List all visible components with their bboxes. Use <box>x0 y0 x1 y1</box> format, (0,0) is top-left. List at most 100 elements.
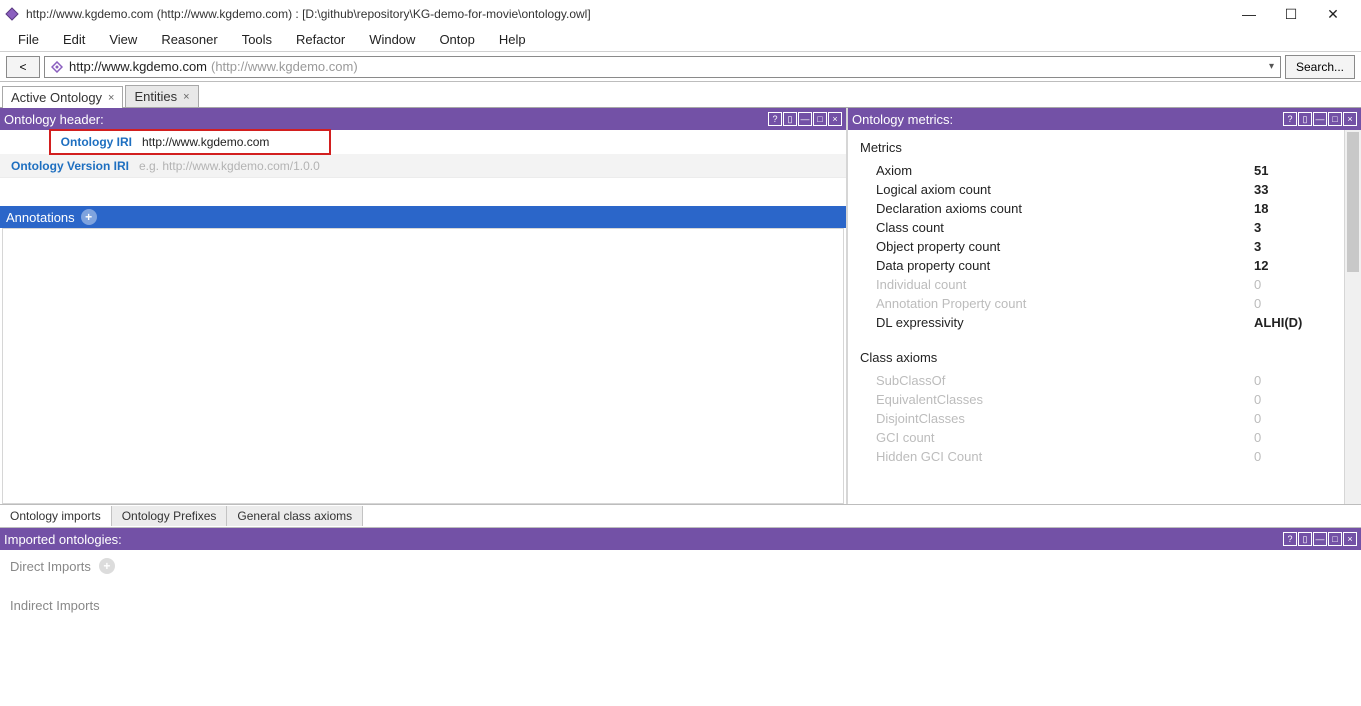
metric-key: Individual count <box>876 277 1254 292</box>
direct-imports-group: Direct Imports + <box>10 558 1351 574</box>
menu-tools[interactable]: Tools <box>232 30 282 49</box>
chevron-down-icon[interactable]: ▾ <box>1263 61 1280 72</box>
close-icon[interactable]: × <box>183 91 189 103</box>
metrics-row: Individual count0 <box>848 275 1344 294</box>
menu-ontop[interactable]: Ontop <box>429 30 484 49</box>
ontology-iri-field[interactable]: http://www.kgdemo.com <box>138 135 330 149</box>
panel-pin-icon[interactable]: ▯ <box>783 112 797 126</box>
panel-min-icon[interactable]: — <box>1313 532 1327 546</box>
add-direct-import-button[interactable]: + <box>99 558 115 574</box>
panel-close-icon[interactable]: × <box>1343 532 1357 546</box>
ontology-metrics-panel-title: Ontology metrics: ? ▯ — □ × <box>848 108 1361 130</box>
metric-key: Logical axiom count <box>876 182 1254 197</box>
metric-key: Annotation Property count <box>876 296 1254 311</box>
ontology-version-iri-label: Ontology Version IRI <box>0 159 135 173</box>
btab-ontology-prefixes[interactable]: Ontology Prefixes <box>112 506 228 526</box>
metrics-row: Data property count12 <box>848 256 1344 275</box>
panel-help-icon[interactable]: ? <box>768 112 782 126</box>
panel-min-icon[interactable]: — <box>1313 112 1327 126</box>
metric-value: 0 <box>1254 430 1344 445</box>
metric-key: DisjointClasses <box>876 411 1254 426</box>
metric-value: 33 <box>1254 182 1344 197</box>
panel-min-icon[interactable]: — <box>798 112 812 126</box>
title-bar: http://www.kgdemo.com (http://www.kgdemo… <box>0 0 1361 28</box>
metric-key: Data property count <box>876 258 1254 273</box>
right-column: Ontology metrics: ? ▯ — □ × MetricsAxiom… <box>848 108 1361 504</box>
panel-close-icon[interactable]: × <box>828 112 842 126</box>
metrics-row: Object property count3 <box>848 237 1344 256</box>
ontology-iri-label: Ontology IRI <box>50 135 138 149</box>
metric-value: 0 <box>1254 449 1344 464</box>
indirect-imports-label: Indirect Imports <box>10 598 100 613</box>
panel-max-icon[interactable]: □ <box>1328 112 1342 126</box>
metric-value: 0 <box>1254 411 1344 426</box>
metric-value: ALHI(D) <box>1254 315 1344 330</box>
annotations-header: Annotations + <box>0 206 846 228</box>
window-title: http://www.kgdemo.com (http://www.kgdemo… <box>26 7 1237 21</box>
metric-key: EquivalentClasses <box>876 392 1254 407</box>
left-column: Ontology header: ? ▯ — □ × Ontology IRI … <box>0 108 848 504</box>
add-annotation-button[interactable]: + <box>81 209 97 225</box>
annotations-area <box>2 228 844 504</box>
scroll-thumb[interactable] <box>1347 132 1359 272</box>
panel-max-icon[interactable]: □ <box>813 112 827 126</box>
app-icon <box>4 6 20 22</box>
nav-row: < http://www.kgdemo.com (http://www.kgde… <box>0 52 1361 82</box>
metric-key: DL expressivity <box>876 315 1254 330</box>
close-button[interactable]: ✕ <box>1321 6 1345 23</box>
ontology-header-panel-title: Ontology header: ? ▯ — □ × <box>0 108 846 130</box>
menu-file[interactable]: File <box>8 30 49 49</box>
metric-value: 3 <box>1254 239 1344 254</box>
panel-pin-icon[interactable]: ▯ <box>1298 112 1312 126</box>
metrics-row: GCI count0 <box>848 428 1344 447</box>
ontology-icon <box>51 61 63 73</box>
panel-max-icon[interactable]: □ <box>1328 532 1342 546</box>
metrics-row: DL expressivityALHI(D) <box>848 313 1344 332</box>
metric-value: 3 <box>1254 220 1344 235</box>
header-form: Ontology IRI http://www.kgdemo.com Ontol… <box>0 130 846 178</box>
panel-help-icon[interactable]: ? <box>1283 532 1297 546</box>
panel-help-icon[interactable]: ? <box>1283 112 1297 126</box>
search-button[interactable]: Search... <box>1285 55 1355 79</box>
minimize-button[interactable]: — <box>1237 6 1261 23</box>
direct-imports-label: Direct Imports <box>10 559 91 574</box>
metric-value: 18 <box>1254 201 1344 216</box>
metrics-row: EquivalentClasses0 <box>848 390 1344 409</box>
close-icon[interactable]: × <box>108 92 114 104</box>
tab-active-ontology[interactable]: Active Ontology × <box>2 86 123 108</box>
imported-ontologies-title: Imported ontologies: ? ▯ — □ × <box>0 528 1361 550</box>
metrics-row: Declaration axioms count18 <box>848 199 1344 218</box>
iri-paren-text: (http://www.kgdemo.com) <box>211 59 358 74</box>
menu-help[interactable]: Help <box>489 30 536 49</box>
metric-key: Hidden GCI Count <box>876 449 1254 464</box>
metrics-row: Hidden GCI Count0 <box>848 447 1344 466</box>
panel-close-icon[interactable]: × <box>1343 112 1357 126</box>
tab-entities[interactable]: Entities × <box>125 85 198 107</box>
annotations-label: Annotations <box>6 210 75 225</box>
btab-ontology-imports[interactable]: Ontology imports <box>0 506 112 526</box>
metrics-row: DisjointClasses0 <box>848 409 1344 428</box>
metric-value: 12 <box>1254 258 1344 273</box>
imported-ontologies-panel: Imported ontologies: ? ▯ — □ × Direct Im… <box>0 528 1361 645</box>
menu-window[interactable]: Window <box>359 30 425 49</box>
tab-strip: Active Ontology × Entities × <box>0 82 1361 108</box>
menu-edit[interactable]: Edit <box>53 30 95 49</box>
back-button[interactable]: < <box>6 56 40 78</box>
menu-view[interactable]: View <box>99 30 147 49</box>
menu-refactor[interactable]: Refactor <box>286 30 355 49</box>
btab-general-class-axioms[interactable]: General class axioms <box>227 506 363 526</box>
ontology-version-iri-field[interactable]: e.g. http://www.kgdemo.com/1.0.0 <box>135 159 846 173</box>
maximize-button[interactable]: ☐ <box>1279 6 1303 23</box>
metric-value: 0 <box>1254 277 1344 292</box>
metric-key: GCI count <box>876 430 1254 445</box>
panel-pin-icon[interactable]: ▯ <box>1298 532 1312 546</box>
metric-key: Object property count <box>876 239 1254 254</box>
iri-main-text: http://www.kgdemo.com <box>69 59 207 74</box>
tab-label: Active Ontology <box>11 90 102 105</box>
metrics-scrollbar[interactable] <box>1344 130 1361 504</box>
ontology-iri-combo[interactable]: http://www.kgdemo.com (http://www.kgdemo… <box>44 56 1281 78</box>
metrics-row: Logical axiom count33 <box>848 180 1344 199</box>
main-area: Ontology header: ? ▯ — □ × Ontology IRI … <box>0 108 1361 504</box>
menu-reasoner[interactable]: Reasoner <box>151 30 227 49</box>
metrics-section: Class axioms <box>848 346 1344 371</box>
